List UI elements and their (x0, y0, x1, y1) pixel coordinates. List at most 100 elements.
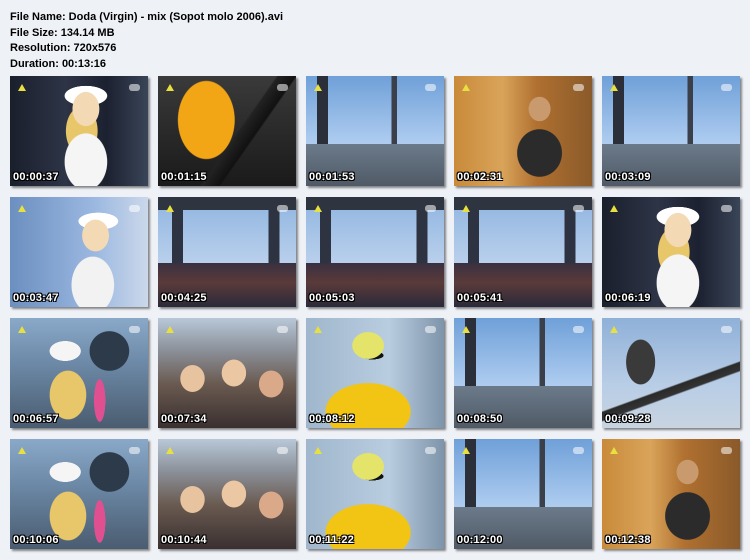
timestamp: 00:05:03 (309, 292, 355, 304)
broadcaster-badge-icon (573, 84, 584, 91)
duration: Duration: 00:13:16 (10, 57, 106, 70)
thumbnail-13[interactable]: 00:08:12 (306, 318, 444, 428)
file-size: File Size: 134.14 MB (10, 26, 115, 39)
channel-logo-icon (314, 326, 322, 333)
thumbnail-7[interactable]: 00:04:25 (158, 197, 296, 307)
video-frame (306, 76, 444, 186)
video-frame (306, 439, 444, 549)
broadcaster-badge-icon (721, 326, 732, 333)
video-frame (454, 76, 592, 186)
thumbnail-17[interactable]: 00:10:44 (158, 439, 296, 549)
video-frame (306, 197, 444, 307)
broadcaster-badge-icon (425, 84, 436, 91)
broadcaster-badge-icon (721, 447, 732, 454)
broadcaster-badge-icon (129, 326, 140, 333)
timestamp: 00:12:38 (605, 534, 651, 546)
video-frame (306, 318, 444, 428)
timestamp: 00:11:22 (309, 534, 355, 546)
thumbnail-16[interactable]: 00:10:06 (10, 439, 148, 549)
broadcaster-badge-icon (129, 447, 140, 454)
broadcaster-badge-icon (277, 326, 288, 333)
broadcaster-badge-icon (129, 205, 140, 212)
channel-logo-icon (166, 326, 174, 333)
thumbnail-3[interactable]: 00:01:53 (306, 76, 444, 186)
channel-logo-icon (314, 84, 322, 91)
channel-logo-icon (18, 205, 26, 212)
channel-logo-icon (18, 326, 26, 333)
file-info-panel: File Name: Doda (Virgin) - mix (Sopot mo… (10, 10, 283, 72)
video-frame (602, 439, 740, 549)
video-frame (158, 318, 296, 428)
thumbnail-11[interactable]: 00:06:57 (10, 318, 148, 428)
timestamp: 00:12:00 (457, 534, 503, 546)
broadcaster-badge-icon (425, 205, 436, 212)
channel-logo-icon (166, 447, 174, 454)
channel-logo-icon (166, 205, 174, 212)
broadcaster-badge-icon (573, 447, 584, 454)
timestamp: 00:03:09 (605, 171, 651, 183)
broadcaster-badge-icon (721, 84, 732, 91)
broadcaster-badge-icon (721, 205, 732, 212)
channel-logo-icon (462, 447, 470, 454)
video-frame (10, 197, 148, 307)
thumbnail-20[interactable]: 00:12:38 (602, 439, 740, 549)
video-frame (454, 197, 592, 307)
broadcaster-badge-icon (425, 447, 436, 454)
timestamp: 00:00:37 (13, 171, 59, 183)
channel-logo-icon (18, 447, 26, 454)
timestamp: 00:10:44 (161, 534, 207, 546)
channel-logo-icon (462, 84, 470, 91)
timestamp: 00:10:06 (13, 534, 59, 546)
video-frame (454, 318, 592, 428)
file-name: File Name: Doda (Virgin) - mix (Sopot mo… (10, 11, 284, 23)
video-frame (10, 318, 148, 428)
thumbnail-1[interactable]: 00:00:37 (10, 76, 148, 186)
thumbnail-14[interactable]: 00:08:50 (454, 318, 592, 428)
channel-logo-icon (610, 447, 618, 454)
timestamp: 00:05:41 (457, 292, 503, 304)
resolution: Resolution: 720x576 (10, 42, 117, 54)
timestamp: 00:06:19 (605, 292, 651, 304)
thumbnail-4[interactable]: 00:02:31 (454, 76, 592, 186)
thumbnail-19[interactable]: 00:12:00 (454, 439, 592, 549)
broadcaster-badge-icon (277, 84, 288, 91)
thumbnail-15[interactable]: 00:09:28 (602, 318, 740, 428)
timestamp: 00:01:53 (309, 171, 355, 183)
channel-logo-icon (462, 205, 470, 212)
timestamp: 00:08:12 (309, 413, 355, 425)
channel-logo-icon (462, 326, 470, 333)
timestamp: 00:06:57 (13, 413, 59, 425)
thumbnail-5[interactable]: 00:03:09 (602, 76, 740, 186)
channel-logo-icon (610, 205, 618, 212)
thumbnail-12[interactable]: 00:07:34 (158, 318, 296, 428)
thumbnail-10[interactable]: 00:06:19 (602, 197, 740, 307)
channel-logo-icon (166, 84, 174, 91)
thumbnail-8[interactable]: 00:05:03 (306, 197, 444, 307)
timestamp: 00:09:28 (605, 413, 651, 425)
broadcaster-badge-icon (277, 205, 288, 212)
broadcaster-badge-icon (277, 447, 288, 454)
channel-logo-icon (314, 205, 322, 212)
video-frame (158, 76, 296, 186)
thumbnail-18[interactable]: 00:11:22 (306, 439, 444, 549)
video-frame (602, 76, 740, 186)
channel-logo-icon (314, 447, 322, 454)
timestamp: 00:04:25 (161, 292, 207, 304)
video-frame (10, 439, 148, 549)
thumbnail-6[interactable]: 00:03:47 (10, 197, 148, 307)
timestamp: 00:02:31 (457, 171, 503, 183)
video-frame (10, 76, 148, 186)
timestamp: 00:01:15 (161, 171, 207, 183)
video-frame (158, 197, 296, 307)
thumbnail-2[interactable]: 00:01:15 (158, 76, 296, 186)
channel-logo-icon (18, 84, 26, 91)
thumbnail-9[interactable]: 00:05:41 (454, 197, 592, 307)
timestamp: 00:03:47 (13, 292, 59, 304)
timestamp: 00:07:34 (161, 413, 207, 425)
thumbnail-grid: 00:00:37 00:01:15 00:01:53 00:02:31 00:03:09… (10, 76, 740, 549)
video-frame (158, 439, 296, 549)
channel-logo-icon (610, 326, 618, 333)
timestamp: 00:08:50 (457, 413, 503, 425)
broadcaster-badge-icon (425, 326, 436, 333)
video-frame (602, 318, 740, 428)
